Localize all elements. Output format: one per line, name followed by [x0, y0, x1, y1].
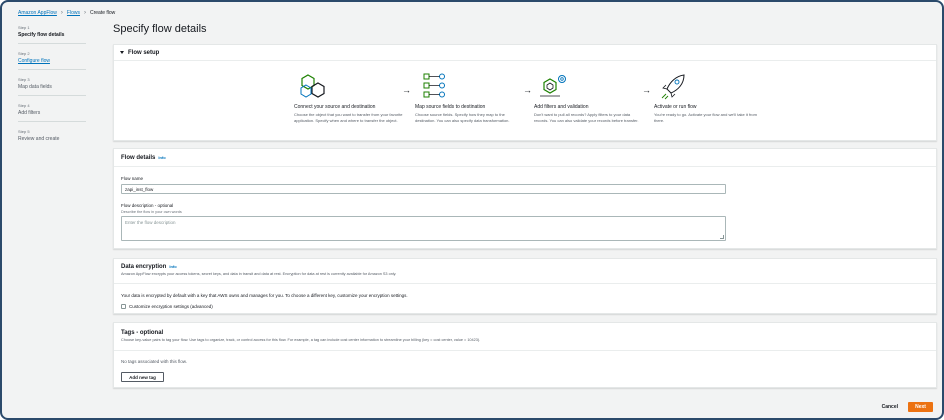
step-label-specify-flow-details: Specify flow details	[18, 32, 65, 38]
encryption-description: Your data is encrypted by default with a…	[121, 293, 408, 298]
cancel-button[interactable]: Cancel	[882, 404, 898, 410]
filter-gear-icon	[534, 73, 644, 101]
data-encryption-info-link[interactable]: Info	[169, 264, 176, 269]
arrow-right-icon: →	[642, 85, 651, 95]
setup-step-desc: Don't want to pull all records? Apply fi…	[534, 112, 639, 123]
chevron-right-icon: ›	[60, 10, 63, 16]
step-label-configure-flow[interactable]: Configure flow	[18, 58, 86, 64]
tags-panel: Tags - optional Choose key-value pairs t…	[113, 322, 937, 388]
flow-details-info-link[interactable]: Info	[158, 155, 165, 160]
flow-description-textarea[interactable]: Enter the flow description	[121, 216, 726, 241]
arrow-right-icon: →	[402, 85, 411, 95]
caret-down-icon[interactable]	[120, 51, 124, 54]
step-label-map-data-fields: Map data fields	[18, 84, 52, 90]
breadcrumb-appflow[interactable]: Amazon AppFlow	[18, 10, 57, 16]
setup-step-desc: You're ready to go. Activate your flow a…	[654, 112, 757, 123]
flow-setup-panel: Flow setup Connect your source and desti…	[113, 44, 937, 141]
step-number: Step 2	[18, 51, 30, 56]
data-encryption-panel: Data encryption Info Amazon AppFlow encr…	[113, 258, 937, 314]
divider	[114, 283, 936, 284]
wizard-steps: Step 1 Specify flow details Step 2 Confi…	[18, 22, 86, 151]
flow-description-hint: Describe the flow in your own words	[121, 210, 182, 214]
setup-step-title: Connect your source and destination	[294, 104, 376, 110]
app-frame: Amazon AppFlow › Flows › Create flow Ste…	[0, 0, 944, 420]
wizard-step-1: Step 1 Specify flow details	[18, 22, 86, 44]
rocket-icon	[654, 73, 764, 101]
add-new-tag-button[interactable]: Add new tag	[121, 372, 164, 382]
footer-actions: Cancel Next	[882, 402, 933, 412]
data-encryption-title: Data encryption	[121, 264, 167, 270]
wizard-step-2[interactable]: Step 2 Configure flow	[18, 48, 86, 70]
flow-name-label: Flow name	[121, 176, 144, 181]
customize-encryption-checkbox[interactable]	[121, 304, 126, 309]
setup-step-connect: Connect your source and destination Choo…	[294, 73, 404, 123]
data-encryption-header: Data encryption Info	[114, 259, 936, 270]
wizard-step-3: Step 3 Map data fields	[18, 74, 86, 96]
divider	[114, 350, 936, 351]
setup-step-filters: Add filters and validation Don't want to…	[534, 73, 644, 123]
step-label-review-create: Review and create	[18, 136, 60, 142]
customize-encryption-label[interactable]: Customize encryption settings (advanced)	[129, 304, 213, 309]
step-number: Step 4	[18, 103, 30, 108]
flow-details-title: Flow details	[121, 155, 156, 161]
step-number: Step 3	[18, 77, 30, 82]
flow-setup-header[interactable]: Flow setup	[114, 45, 936, 61]
setup-step-title: Map source fields to destination	[415, 104, 486, 110]
flow-name-input[interactable]: zapi_inst_flow	[121, 184, 726, 194]
arrow-right-icon: →	[523, 85, 532, 95]
step-number: Step 1	[18, 25, 30, 30]
setup-steps: Connect your source and destination Choo…	[294, 73, 774, 137]
tags-empty-message: No tags associated with this flow.	[121, 359, 188, 364]
page-title: Specify flow details	[113, 23, 207, 35]
flow-setup-title: Flow setup	[128, 49, 160, 56]
breadcrumb-current: Create flow	[89, 10, 116, 16]
setup-step-desc: Choose the object that you want to trans…	[294, 112, 403, 123]
chevron-right-icon: ›	[83, 10, 86, 16]
step-number: Step 5	[18, 129, 30, 134]
field-mapping-icon	[415, 73, 525, 101]
setup-step-title: Activate or run flow	[654, 104, 697, 110]
data-encryption-subtitle: Amazon AppFlow encrypts your access toke…	[121, 272, 397, 276]
breadcrumb: Amazon AppFlow › Flows › Create flow	[18, 10, 115, 16]
step-label-add-filters: Add filters	[18, 110, 41, 116]
setup-step-map: Map source fields to destination Choose …	[415, 73, 525, 123]
flow-description-label: Flow description - optional	[121, 203, 174, 208]
next-button[interactable]: Next	[908, 402, 933, 412]
breadcrumb-flows[interactable]: Flows	[67, 10, 80, 16]
flow-description-placeholder: Enter the flow description	[125, 220, 176, 225]
wizard-step-5: Step 5 Review and create	[18, 126, 86, 147]
tags-title: Tags - optional	[121, 330, 164, 336]
wizard-step-4: Step 4 Add filters	[18, 100, 86, 122]
setup-step-title: Add filters and validation	[534, 104, 589, 110]
setup-step-desc: Choose source fields. Specify how they m…	[415, 112, 510, 123]
hexagon-connect-icon	[294, 73, 404, 101]
customize-encryption-row[interactable]: Customize encryption settings (advanced)	[121, 304, 213, 309]
setup-step-activate: Activate or run flow You're ready to go.…	[654, 73, 764, 123]
flow-details-header: Flow details Info	[114, 149, 936, 167]
resize-handle-icon[interactable]	[720, 235, 724, 239]
tags-subtitle: Choose key-value pairs to tag your flow.…	[121, 338, 481, 342]
flow-details-panel: Flow details Info Flow name zapi_inst_fl…	[113, 148, 937, 249]
